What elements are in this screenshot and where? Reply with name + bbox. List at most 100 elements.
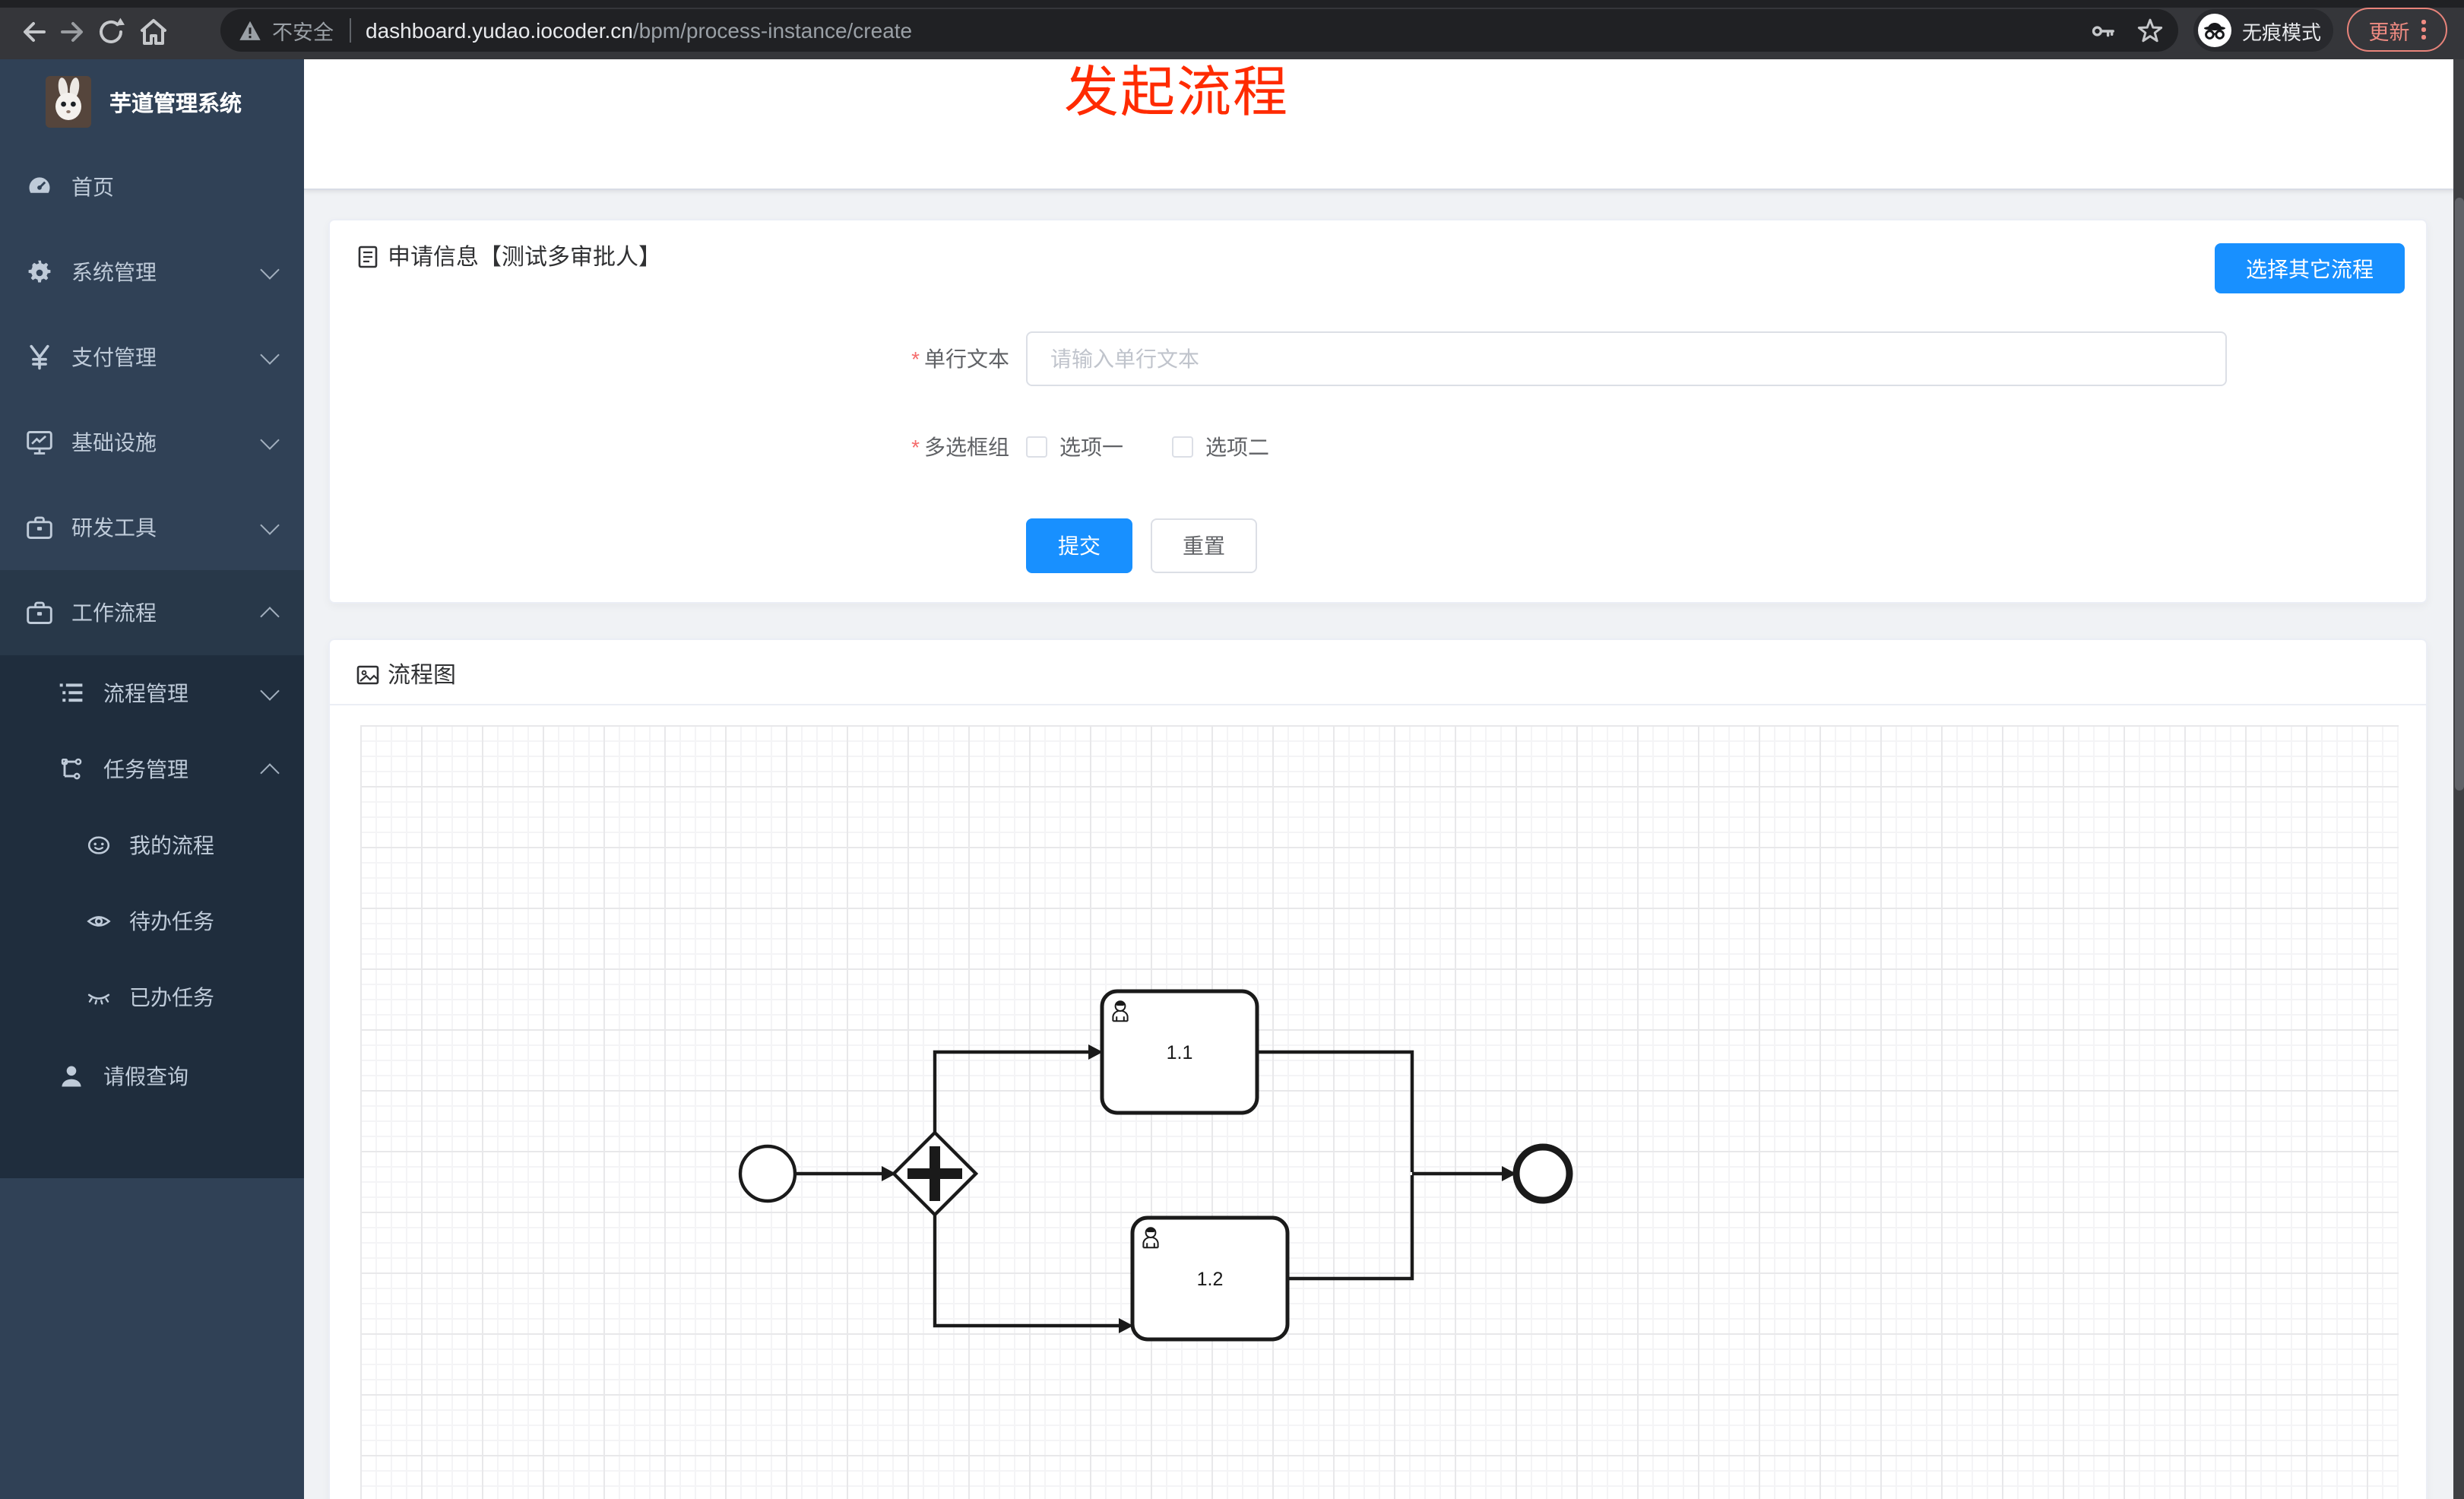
sidebar-item-leave-query[interactable]: 请假查询 xyxy=(0,1035,304,1117)
app-logo-rabbit xyxy=(46,76,91,128)
tags-view-bar xyxy=(304,140,2464,190)
sidebar-item-infra[interactable]: 基础设施 xyxy=(0,400,304,485)
submit-button[interactable]: 提交 xyxy=(1026,518,1132,573)
scrollbar-thumb[interactable] xyxy=(2454,198,2463,791)
single-line-text-input[interactable] xyxy=(1026,331,2227,386)
address-bar[interactable]: 不安全 dashboard.yudao.iocoder.cn/bpm/proce… xyxy=(220,9,2178,52)
yen-icon xyxy=(30,344,49,370)
diagram-title: 流程图 xyxy=(388,663,457,689)
required-mark: * xyxy=(911,347,920,371)
sidebar-item-label: 流程管理 xyxy=(103,681,188,705)
bookmark-star-icon[interactable] xyxy=(2137,17,2163,43)
org-tree-icon xyxy=(61,758,82,780)
sidebar-item-system[interactable]: 系统管理 xyxy=(0,230,304,315)
image-icon xyxy=(356,664,379,684)
chevron-up-icon xyxy=(260,762,280,782)
app-logo-row[interactable]: 芋道管理系统 xyxy=(0,59,304,144)
annotation-title: 发起流程 xyxy=(1064,61,1290,123)
eye-open-icon xyxy=(87,916,111,927)
url-path: /bpm/process-instance/create xyxy=(632,18,913,43)
incognito-badge: 无痕模式 xyxy=(2193,9,2333,52)
sidebar-item-payment[interactable]: 支付管理 xyxy=(0,315,304,400)
url-host: dashboard.yudao.iocoder.cn xyxy=(366,18,633,43)
sidebar-item-label: 我的流程 xyxy=(129,833,214,857)
browser-update-button[interactable]: 更新 xyxy=(2347,8,2447,52)
sidebar-item-process-mgmt[interactable]: 流程管理 xyxy=(0,655,304,731)
sidebar-item-label: 首页 xyxy=(71,175,114,199)
browser-home-icon[interactable] xyxy=(137,15,170,49)
browser-forward-icon[interactable] xyxy=(56,15,90,49)
incognito-label: 无痕模式 xyxy=(2242,21,2322,43)
browser-menu-icon[interactable] xyxy=(2421,20,2426,40)
checkbox-option-2[interactable]: 选项二 xyxy=(1172,432,1269,462)
form-buttons: 提交 重置 xyxy=(1026,518,1257,573)
checkbox-option-1[interactable]: 选项一 xyxy=(1026,432,1123,462)
sidebar: 芋道管理系统 首页 系统管理 支付管理 基础设施 研发工具 工作流程 流程管理 … xyxy=(0,59,304,1499)
task-label: 1.2 xyxy=(1197,1269,1224,1290)
plus-icon xyxy=(930,1146,940,1201)
sidebar-item-label: 支付管理 xyxy=(71,345,157,369)
checkbox-icon[interactable] xyxy=(1172,436,1193,458)
chevron-down-icon xyxy=(260,429,280,449)
choose-other-process-button[interactable]: 选择其它流程 xyxy=(2215,243,2405,293)
sidebar-item-done-tasks[interactable]: 已办任务 xyxy=(0,959,304,1035)
card-divider xyxy=(330,704,2426,705)
sidebar-item-label: 工作流程 xyxy=(71,601,157,625)
user-task-1-1[interactable]: 1.1 xyxy=(1100,989,1259,1115)
chevron-down-icon xyxy=(260,515,280,534)
text-field-label: * 单行文本 xyxy=(911,347,1009,371)
bpmn-diagram: 1.1 1.2 xyxy=(738,989,1573,1342)
sidebar-item-label: 研发工具 xyxy=(71,515,157,540)
sidebar-item-workflow[interactable]: 工作流程 xyxy=(0,570,304,655)
checkbox-group: 选项一 选项二 xyxy=(1026,426,1303,468)
sidebar-item-label: 任务管理 xyxy=(103,757,188,781)
sidebar-item-label: 已办任务 xyxy=(129,985,214,1009)
sidebar-item-task-mgmt[interactable]: 任务管理 xyxy=(0,731,304,807)
toolbox-icon xyxy=(27,516,52,539)
reset-button[interactable]: 重置 xyxy=(1151,518,1257,573)
dashboard-icon xyxy=(29,177,50,193)
eye-closed-icon xyxy=(87,994,110,1005)
chevron-down-icon xyxy=(260,344,280,364)
monitor-icon xyxy=(27,431,52,455)
browser-reload-icon[interactable] xyxy=(94,15,128,49)
update-label: 更新 xyxy=(2368,21,2410,43)
screen: 不安全 dashboard.yudao.iocoder.cn/bpm/proce… xyxy=(0,0,2464,1499)
apply-info-title: 申请信息【测试多审批人】 xyxy=(388,245,662,271)
diagram-title-row: 流程图 xyxy=(356,658,456,690)
user-task-1-2[interactable]: 1.2 xyxy=(1130,1215,1290,1342)
app-title: 芋道管理系统 xyxy=(109,92,242,116)
sidebar-item-label: 待办任务 xyxy=(129,909,214,933)
gear-icon xyxy=(28,260,51,283)
sidebar-item-my-process[interactable]: 我的流程 xyxy=(0,807,304,883)
checkbox-label: 选项二 xyxy=(1205,435,1269,459)
password-key-icon[interactable] xyxy=(2090,17,2116,43)
checkbox-group-label: * 多选框组 xyxy=(911,435,1009,459)
end-event[interactable] xyxy=(1512,1143,1573,1204)
sidebar-item-label: 请假查询 xyxy=(103,1064,188,1089)
sidebar-item-label: 系统管理 xyxy=(71,260,157,284)
process-diagram-card: 流程图 1.1 1.2 xyxy=(328,639,2428,1499)
required-mark: * xyxy=(911,435,920,459)
briefcase-icon xyxy=(27,601,52,624)
parallel-gateway[interactable] xyxy=(891,1130,979,1218)
browser-back-icon[interactable] xyxy=(17,15,50,49)
incognito-icon xyxy=(2198,14,2231,47)
sidebar-item-todo-tasks[interactable]: 待办任务 xyxy=(0,883,304,959)
apply-info-card: 申请信息【测试多审批人】 选择其它流程 *单行文本 *多选框组 选项一 选项二 … xyxy=(328,219,2428,604)
sidebar-item-home[interactable]: 首页 xyxy=(0,144,304,230)
checkbox-icon[interactable] xyxy=(1026,436,1047,458)
task-label: 1.1 xyxy=(1167,1042,1193,1063)
face-icon xyxy=(87,836,110,854)
start-event[interactable] xyxy=(738,1144,797,1203)
chevron-down-icon xyxy=(260,680,280,700)
checkbox-label: 选项一 xyxy=(1059,435,1123,459)
not-secure-warning-icon xyxy=(239,20,261,40)
security-label[interactable]: 不安全 xyxy=(272,15,334,46)
sidebar-item-devtools[interactable]: 研发工具 xyxy=(0,485,304,570)
document-icon xyxy=(358,245,378,268)
list-tree-icon xyxy=(59,683,83,702)
browser-window-top-strip xyxy=(0,0,2464,8)
bpmn-canvas[interactable]: 1.1 1.2 xyxy=(360,725,2399,1499)
person-icon xyxy=(62,1066,81,1087)
